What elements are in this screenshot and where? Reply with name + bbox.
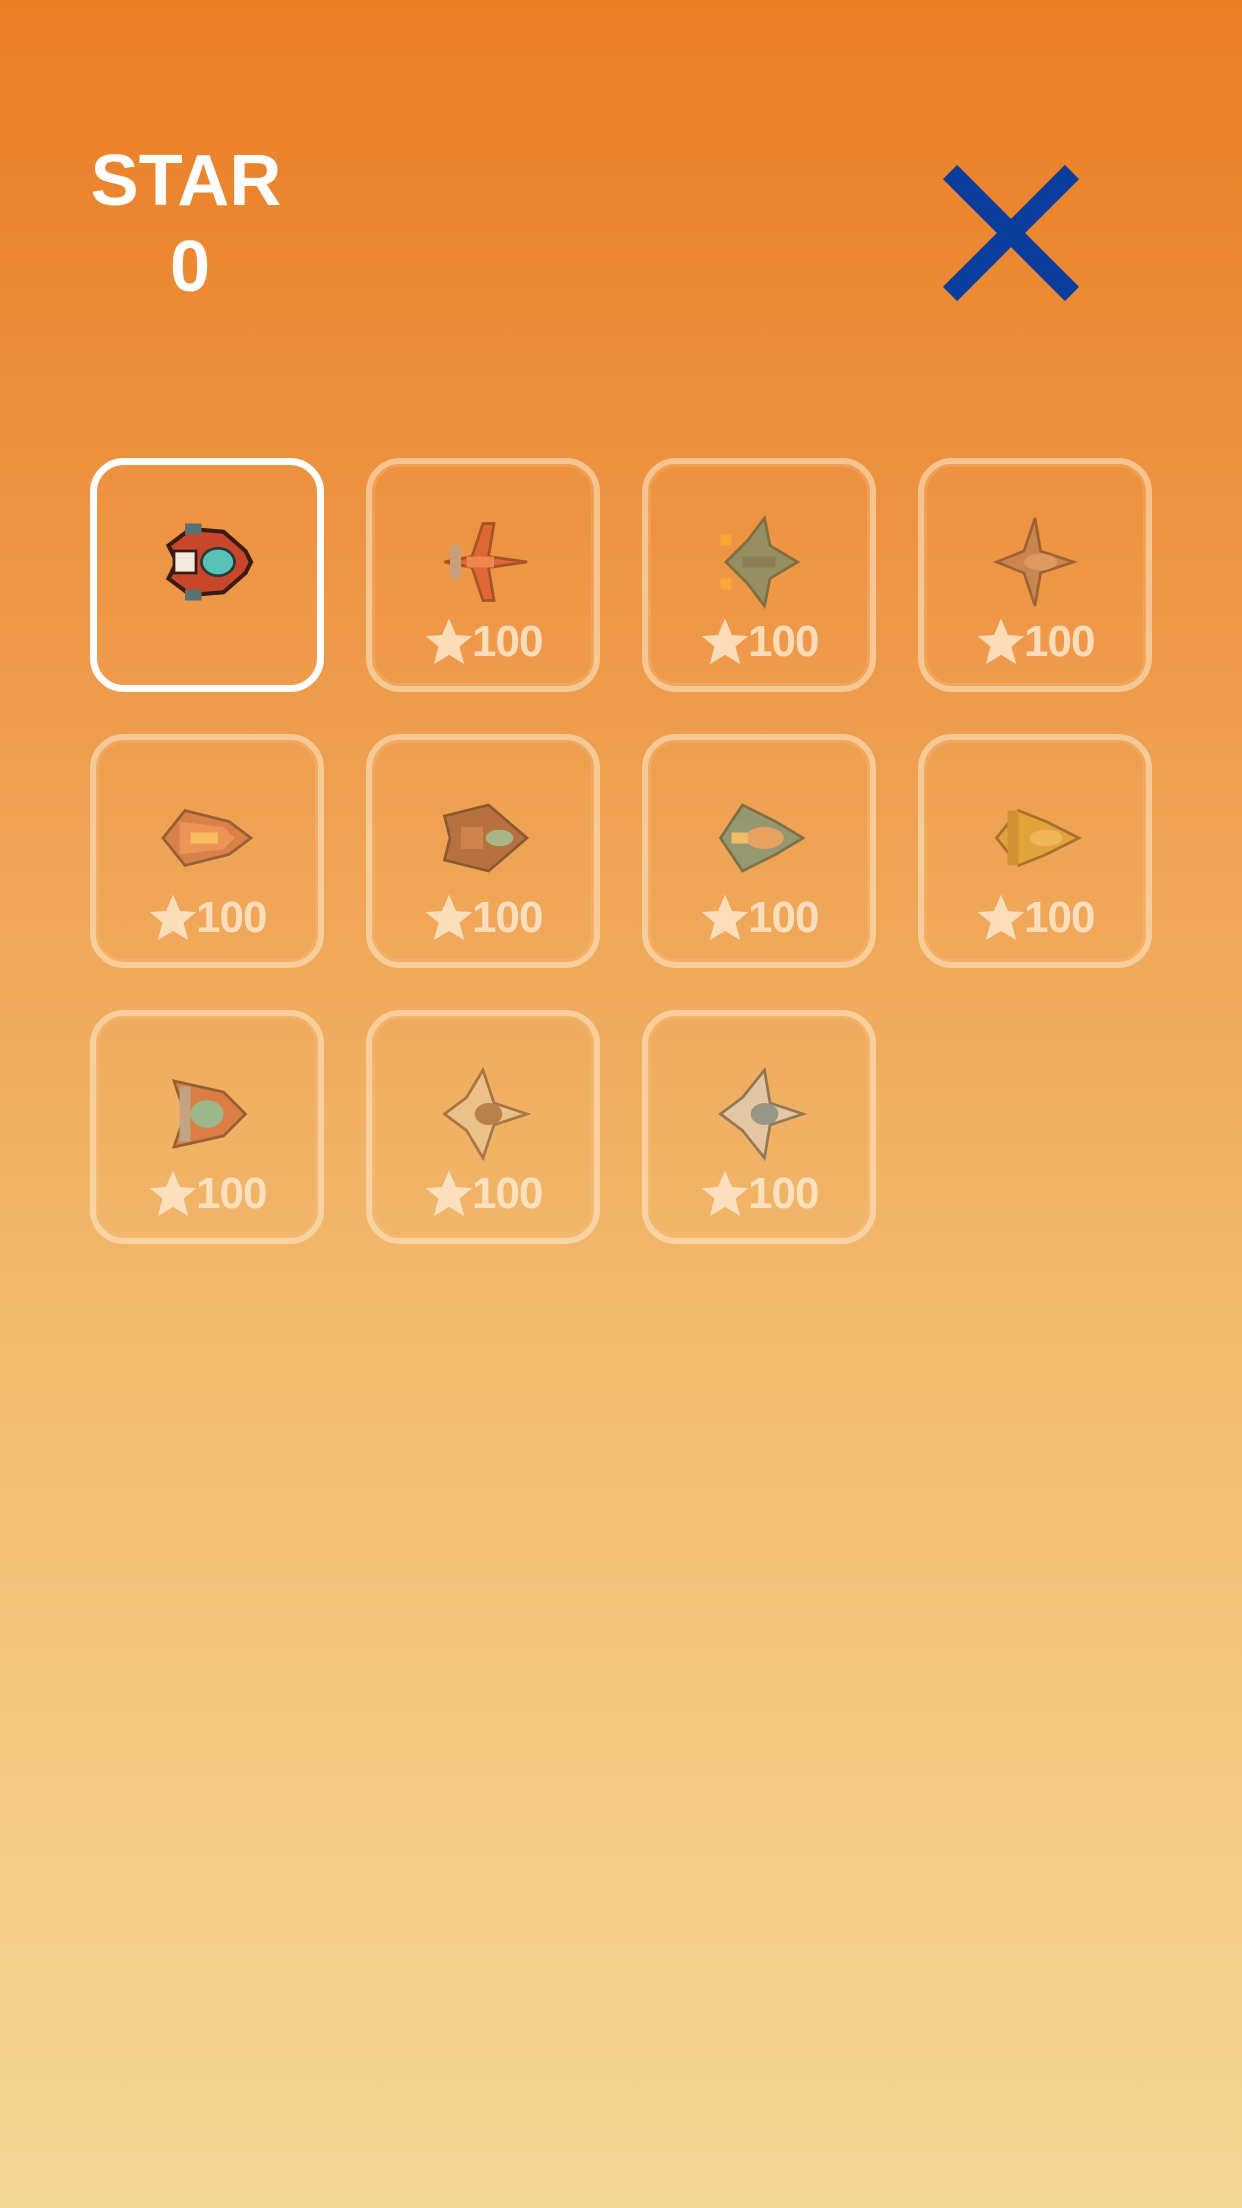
ship-card-10[interactable]: 100: [366, 1010, 600, 1244]
price-tag: 100: [696, 614, 819, 670]
price-tag: 100: [420, 614, 543, 670]
ship-card-6[interactable]: 100: [366, 734, 600, 968]
price-value: 100: [1024, 617, 1095, 666]
price-tag: 100: [696, 1166, 819, 1222]
ship-card-7[interactable]: 100: [642, 734, 876, 968]
close-button[interactable]: [940, 162, 1082, 304]
price-tag: 100: [420, 890, 543, 946]
price-value: 100: [748, 617, 819, 666]
star-label: STAR: [90, 141, 282, 221]
star-icon: [144, 1166, 202, 1222]
star-icon: [972, 890, 1030, 946]
price-value: 100: [748, 1169, 819, 1218]
star-icon: [696, 614, 754, 670]
ship-sprite: [428, 783, 538, 893]
price-tag: 100: [144, 1166, 267, 1222]
star-icon: [420, 1166, 478, 1222]
ship-card-8[interactable]: 100: [918, 734, 1152, 968]
price-value: 100: [1024, 893, 1095, 942]
star-icon: [420, 614, 478, 670]
star-icon: [696, 890, 754, 946]
price-tag: 100: [420, 1166, 543, 1222]
star-counter: STAR 0: [90, 138, 350, 311]
ship-card-1[interactable]: [90, 458, 324, 692]
ship-card-3[interactable]: 100: [642, 458, 876, 692]
ship-card-5[interactable]: 100: [90, 734, 324, 968]
ship-sprite: [704, 1059, 814, 1169]
ship-sprite: [704, 783, 814, 893]
price-value: 100: [748, 893, 819, 942]
ship-sprite: [152, 507, 262, 617]
star-icon: [972, 614, 1030, 670]
star-icon: [144, 890, 202, 946]
price-value: 100: [472, 893, 543, 942]
ship-card-11[interactable]: 100: [642, 1010, 876, 1244]
price-tag: 100: [696, 890, 819, 946]
ship-sprite: [704, 507, 814, 617]
price-value: 100: [196, 893, 267, 942]
price-value: 100: [472, 617, 543, 666]
ship-sprite: [152, 783, 262, 893]
ship-card-9[interactable]: 100: [90, 1010, 324, 1244]
ship-sprite: [980, 783, 1090, 893]
price-tag: 100: [972, 890, 1095, 946]
ship-sprite: [428, 507, 538, 617]
price-value: 100: [196, 1169, 267, 1218]
ship-card-2[interactable]: 100: [366, 458, 600, 692]
ship-sprite: [152, 1059, 262, 1169]
price-tag: 100: [972, 614, 1095, 670]
ship-sprite: [980, 507, 1090, 617]
ship-card-4[interactable]: 100: [918, 458, 1152, 692]
star-icon: [420, 890, 478, 946]
star-value: 0: [169, 227, 211, 308]
close-icon: [942, 164, 1080, 302]
price-value: 100: [472, 1169, 543, 1218]
star-icon: [696, 1166, 754, 1222]
ship-sprite: [428, 1059, 538, 1169]
price-tag: 100: [144, 890, 267, 946]
